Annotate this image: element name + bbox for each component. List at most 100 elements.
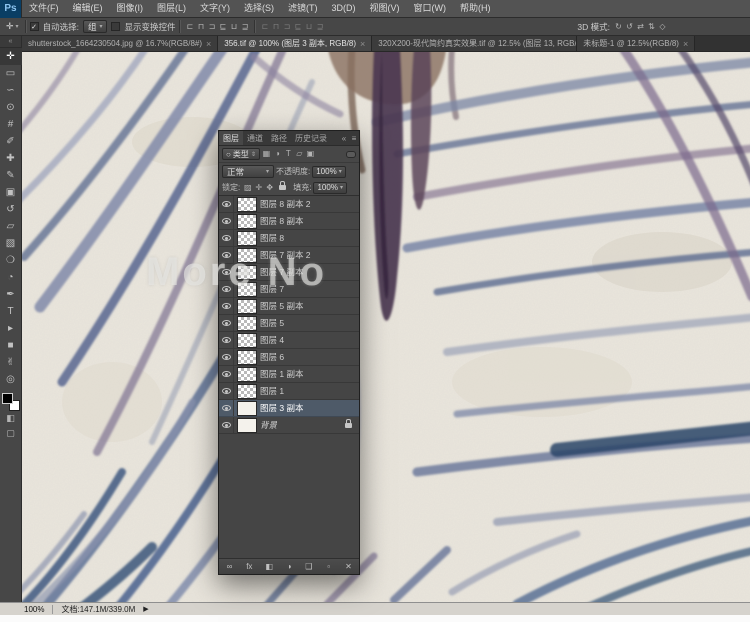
distribute-bottom-icon[interactable]: ⊐	[281, 21, 292, 33]
menu-item[interactable]: 编辑(E)	[66, 0, 110, 17]
fill-field[interactable]: 100% ▾	[313, 182, 346, 194]
toolbar-collapse-icon[interactable]: «	[0, 36, 21, 48]
menu-item[interactable]: 帮助(H)	[453, 0, 498, 17]
blur-tool[interactable]: ❍	[0, 252, 22, 269]
filter-pixel-layers-icon[interactable]: ▦	[261, 148, 272, 160]
document-tab[interactable]: 320X200-现代简约真实效果.tif @ 12.5% (图层 13, RGB…	[372, 36, 577, 51]
visibility-toggle[interactable]	[219, 366, 234, 382]
layer-row[interactable]: 图层 7 副本 2	[219, 247, 359, 264]
lock-transparent-icon[interactable]: ▨	[242, 182, 253, 194]
document-tab[interactable]: shutterstock_1664230504.jpg @ 16.7%(RGB/…	[22, 36, 218, 51]
layer-row[interactable]: 图层 6	[219, 349, 359, 366]
visibility-toggle[interactable]	[219, 332, 234, 348]
distribute-left-icon[interactable]: ⊑	[292, 21, 303, 33]
visibility-toggle[interactable]	[219, 230, 234, 246]
gradient-tool[interactable]: ▧	[0, 235, 22, 252]
quick-selection-tool[interactable]: ⊙	[0, 99, 22, 116]
filter-shape-layers-icon[interactable]: ▱	[294, 148, 305, 160]
add-mask-icon[interactable]: ◧	[264, 561, 275, 573]
screen-mode-icon[interactable]: ▢	[0, 426, 22, 441]
scale-3d-icon[interactable]: ◇	[657, 21, 668, 33]
layer-row[interactable]: 图层 5 副本	[219, 298, 359, 315]
link-layers-icon[interactable]: ∞	[224, 561, 235, 573]
history-brush-tool[interactable]: ↺	[0, 201, 22, 218]
lasso-tool[interactable]: ∽	[0, 82, 22, 99]
tab-close-icon[interactable]: ×	[206, 39, 211, 49]
opacity-field[interactable]: 100% ▾	[312, 166, 345, 178]
adjustment-layer-icon[interactable]: ◑	[283, 561, 294, 573]
filter-type-layers-icon[interactable]: T	[283, 148, 294, 160]
blend-mode-dropdown[interactable]: 正常 ▾	[222, 165, 274, 178]
canvas-area[interactable]	[22, 52, 750, 602]
layer-row[interactable]: 图层 7	[219, 281, 359, 298]
menu-item[interactable]: 文件(F)	[22, 0, 66, 17]
pen-tool[interactable]: ✒	[0, 286, 22, 303]
align-left-icon[interactable]: ⊏	[184, 21, 195, 33]
menu-item[interactable]: 选择(S)	[237, 0, 281, 17]
lock-pixels-icon[interactable]: ✛	[253, 182, 264, 194]
align-v-center-icon[interactable]: ⊔	[228, 21, 239, 33]
layer-row[interactable]: 图层 8 副本	[219, 213, 359, 230]
distribute-v-center-icon[interactable]: ⊓	[270, 21, 281, 33]
menu-item[interactable]: 图层(L)	[150, 0, 193, 17]
clone-stamp-tool[interactable]: ▣	[0, 184, 22, 201]
layer-style-icon[interactable]: fx	[244, 561, 255, 573]
visibility-toggle[interactable]	[219, 349, 234, 365]
visibility-toggle[interactable]	[219, 383, 234, 399]
path-selection-tool[interactable]: ▸	[0, 320, 22, 337]
healing-brush-tool[interactable]: ✚	[0, 150, 22, 167]
panel-tab-历史记录[interactable]: 历史记录	[291, 131, 331, 145]
align-bottom-icon[interactable]: ⊒	[239, 21, 250, 33]
shape-tool[interactable]: ■	[0, 337, 22, 354]
auto-select-checkbox[interactable]: ✓	[30, 22, 39, 31]
brush-tool[interactable]: ✎	[0, 167, 22, 184]
align-top-icon[interactable]: ⊑	[217, 21, 228, 33]
hand-tool[interactable]: ✌	[0, 354, 22, 371]
visibility-toggle[interactable]	[219, 247, 234, 263]
layer-row[interactable]: 图层 5	[219, 315, 359, 332]
align-h-center-icon[interactable]: ⊓	[195, 21, 206, 33]
tab-close-icon[interactable]: ×	[683, 39, 688, 49]
new-group-icon[interactable]: ❑	[303, 561, 314, 573]
crop-tool[interactable]: #	[0, 116, 22, 133]
panel-tab-图层[interactable]: 图层	[219, 131, 243, 145]
roll-3d-icon[interactable]: ↺	[624, 21, 635, 33]
status-flyout-icon[interactable]: ▶	[143, 605, 148, 613]
move-tool[interactable]: ✛	[0, 48, 22, 65]
visibility-toggle[interactable]	[219, 298, 234, 314]
slide-3d-icon[interactable]: ⇅	[646, 21, 657, 33]
panel-tab-通道[interactable]: 通道	[243, 131, 267, 145]
pan-3d-icon[interactable]: ⇄	[635, 21, 646, 33]
document-tab[interactable]: 未标题-1 @ 12.5%(RGB/8)×	[577, 36, 695, 51]
quick-mask-icon[interactable]: ◧	[0, 411, 22, 426]
layer-row[interactable]: 图层 8 副本 2	[219, 196, 359, 213]
panel-tab-路径[interactable]: 路径	[267, 131, 291, 145]
lock-all-icon[interactable]	[279, 185, 286, 190]
filter-toggle[interactable]	[346, 151, 356, 158]
menu-item[interactable]: 滤镜(T)	[281, 0, 325, 17]
visibility-toggle[interactable]	[219, 213, 234, 229]
show-transform-checkbox[interactable]	[111, 22, 120, 31]
distribute-right-icon[interactable]: ⊒	[314, 21, 325, 33]
tab-close-icon[interactable]: ×	[360, 39, 365, 49]
visibility-toggle[interactable]	[219, 196, 234, 212]
current-tool-badge[interactable]: ✛ ▾	[4, 21, 21, 32]
layer-row[interactable]: 图层 4	[219, 332, 359, 349]
filter-kind-dropdown[interactable]: ○ 类型 ⇕	[222, 148, 260, 160]
align-right-icon[interactable]: ⊐	[206, 21, 217, 33]
eraser-tool[interactable]: ▱	[0, 218, 22, 235]
delete-layer-icon[interactable]: ✕	[343, 561, 354, 573]
layer-row[interactable]: 图层 1	[219, 383, 359, 400]
lock-position-icon[interactable]: ✥	[264, 182, 275, 194]
menu-item[interactable]: 图像(I)	[110, 0, 151, 17]
visibility-toggle[interactable]	[219, 400, 234, 416]
visibility-toggle[interactable]	[219, 417, 234, 433]
visibility-toggle[interactable]	[219, 264, 234, 280]
visibility-toggle[interactable]	[219, 315, 234, 331]
marquee-tool[interactable]: ▭	[0, 65, 22, 82]
layer-row[interactable]: 背景	[219, 417, 359, 434]
zoom-field[interactable]: 100%	[24, 605, 44, 614]
menu-item[interactable]: 视图(V)	[363, 0, 407, 17]
new-layer-icon[interactable]: ▫	[323, 561, 334, 573]
distribute-top-icon[interactable]: ⊏	[259, 21, 270, 33]
